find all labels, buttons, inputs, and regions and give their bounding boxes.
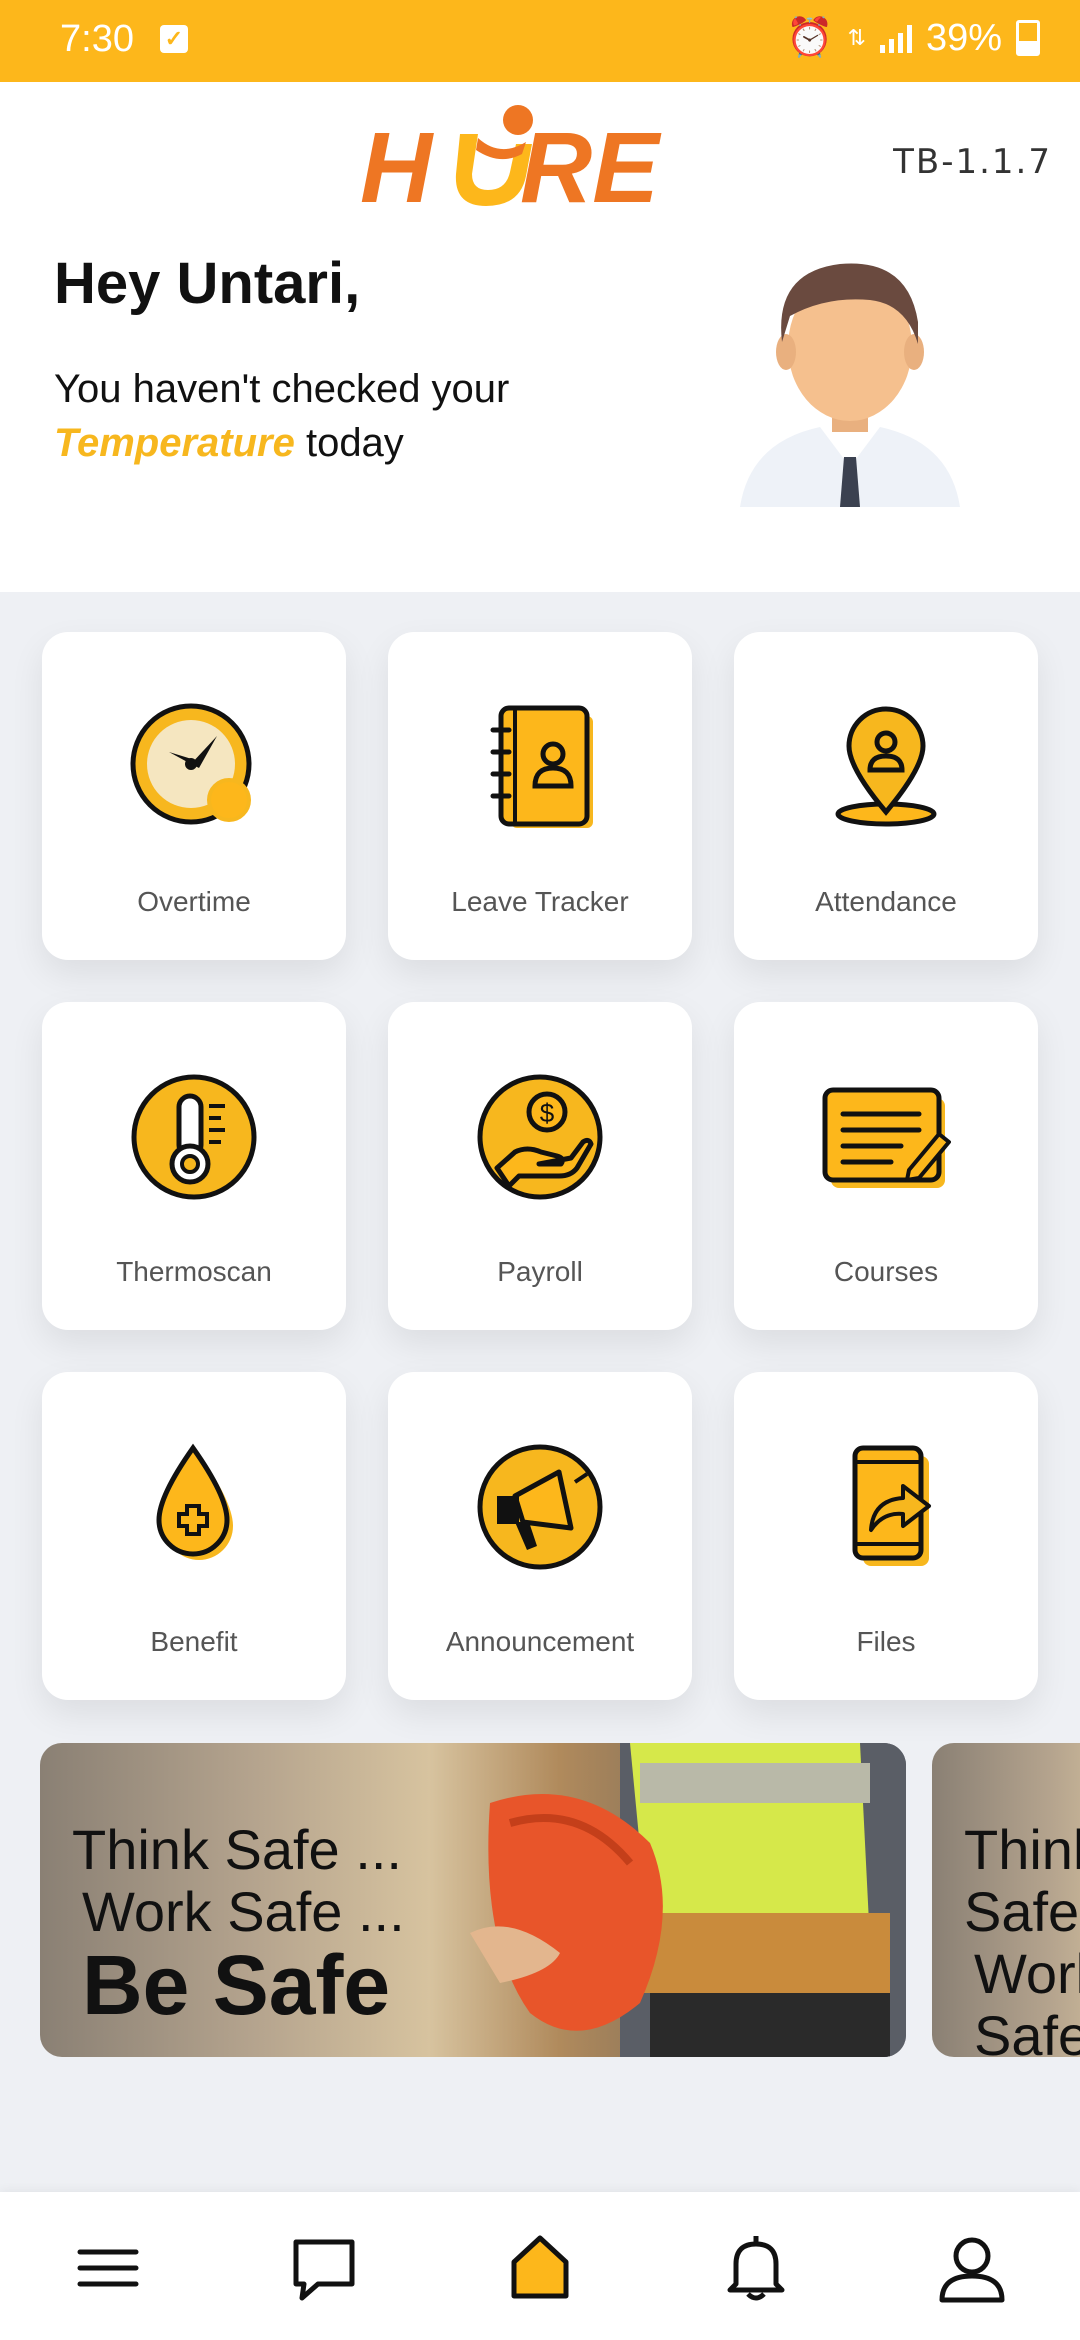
bottom-nav [0,2192,1080,2340]
user-avatar [740,263,960,507]
reminder-suffix: today [305,421,404,465]
safety-banner[interactable]: Think Safe ... Work Safe ... Be Safe [40,1743,906,2057]
document-edit-icon [822,1087,951,1188]
notification-check-icon: ✓ [160,25,188,53]
menu-label: Payroll [497,1256,583,1287]
menu-card-thermoscan[interactable]: Thermoscan [42,1002,346,1330]
chat-icon[interactable] [288,2232,360,2304]
menu-card-leave-tracker[interactable]: Leave Tracker [388,632,692,960]
bell-icon[interactable] [720,2232,792,2304]
banner-text: Think Safe ... Work Safe ... Be Safe [72,1818,405,2032]
menu-label: Courses [833,1256,939,1287]
menu-label: Leave Tracker [451,886,629,917]
menu-card-files[interactable]: Files [734,1372,1038,1700]
location-pin-icon [835,706,937,827]
menu-label: Thermoscan [116,1256,272,1287]
helmet-image [470,1794,663,2031]
menu-card-payroll[interactable]: $ Payroll [388,1002,692,1330]
menu-card-announcement[interactable]: Announcement [388,1372,692,1700]
header: H RE TB-1.1.7 Hey Untari, You haven't ch… [0,82,1080,592]
megaphone-icon [477,1444,603,1570]
status-bar: 7:30 ✓ ⏰ ⇅ 39% [0,0,1080,82]
menu-card-courses[interactable]: Courses [734,1002,1038,1330]
phone-share-icon [852,1445,931,1566]
banner-text: Think Safe ... Work Safe ... Be Safe [964,1818,1080,2058]
notebook-icon [490,705,593,828]
menu-card-overtime[interactable]: Overtime [42,632,346,960]
app-version: TB-1.1.7 [893,142,1052,182]
menu-label: Attendance [815,886,957,917]
data-icon: ⇅ [847,25,866,50]
banner-line-2: Work Safe ... [82,1880,405,1943]
alarm-icon: ⏰ [786,17,834,59]
menu-grid: Overtime Leave Tracker Attendance Thermo… [42,632,1040,1700]
banner-line-1: Think Safe ... [964,1818,1080,1943]
profile-icon[interactable] [936,2232,1008,2304]
banner-line-3: Be Safe [82,1938,391,2032]
greeting: Hey Untari, [54,251,361,316]
safety-banner-next[interactable]: Think Safe ... Work Safe ... Be Safe [932,1743,1080,2057]
svg-text:RE: RE [520,112,662,212]
temperature-reminder[interactable]: You haven't checked your Temperature tod… [54,362,674,470]
menu-icon[interactable] [72,2232,144,2304]
menu-label: Announcement [445,1626,635,1657]
menu-label: Overtime [137,886,251,917]
menu-label: Benefit [150,1626,238,1657]
banner-line-2: Work Safe ... [974,1942,1080,2058]
hure-logo: H RE [360,105,662,212]
thermometer-icon [131,1074,257,1200]
svg-text:$: $ [540,1098,555,1128]
status-icons: ⏰ ⇅ 39% [786,16,1040,60]
status-time: 7:30 [60,18,134,60]
hand-coin-icon: $ [477,1074,603,1200]
battery-percent: 39% [925,16,1002,59]
reminder-highlight: Temperature [54,421,295,465]
menu-card-benefit[interactable]: Benefit [42,1372,346,1700]
signal-icon [879,23,912,53]
home-icon[interactable] [504,2232,576,2304]
banner-line-1: Think Safe ... [72,1818,402,1881]
svg-text:H: H [360,112,434,212]
clock-icon [130,703,252,825]
reminder-prefix: You haven't checked your [54,367,510,411]
menu-label: Files [856,1626,916,1657]
drop-plus-icon [156,1443,233,1560]
battery-icon [1016,20,1040,56]
menu-card-attendance[interactable]: Attendance [734,632,1038,960]
